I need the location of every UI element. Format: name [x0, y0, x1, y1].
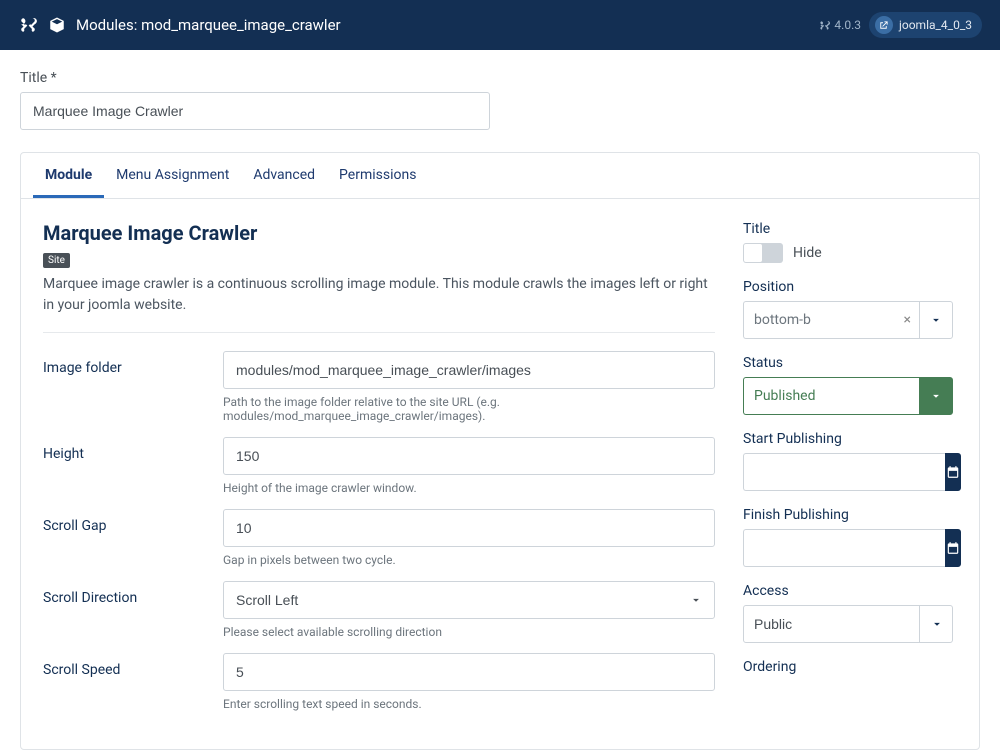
input-image-folder[interactable] [223, 351, 715, 389]
title-toggle[interactable] [743, 243, 783, 263]
calendar-icon [946, 541, 960, 555]
main-column: Marquee Image Crawler Site Marquee image… [43, 221, 715, 725]
module-box-icon [48, 16, 66, 34]
help-image-folder: Path to the image folder relative to the… [223, 395, 715, 423]
external-link-icon [875, 16, 893, 34]
title-toggle-text: Hide [793, 245, 822, 261]
site-link-badge[interactable]: joomla_4_0_3 [869, 12, 982, 38]
position-input[interactable]: bottom-b × [743, 301, 919, 339]
tabs-container: Module Menu Assignment Advanced Permissi… [20, 152, 980, 750]
title-label: Title * [20, 70, 980, 86]
access-select[interactable] [743, 605, 953, 643]
help-scroll-gap: Gap in pixels between two cycle. [223, 553, 715, 567]
input-height[interactable] [223, 437, 715, 475]
tab-menu-assignment[interactable]: Menu Assignment [104, 153, 241, 198]
top-bar: Modules: mod_marquee_image_crawler 4.0.3… [0, 0, 1000, 50]
joomla-logo-icon [18, 15, 38, 35]
side-label-finish-publishing: Finish Publishing [743, 507, 953, 523]
topbar-left: Modules: mod_marquee_image_crawler [18, 15, 341, 35]
select-scroll-direction[interactable] [223, 581, 715, 619]
side-label-position: Position [743, 279, 953, 295]
topbar-right: 4.0.3 joomla_4_0_3 [819, 12, 982, 38]
clear-icon[interactable]: × [904, 312, 911, 328]
field-image-folder: Image folder Path to the image folder re… [43, 351, 715, 423]
input-scroll-speed[interactable] [223, 653, 715, 691]
side-label-access: Access [743, 583, 953, 599]
finish-publishing-calendar-button[interactable] [945, 529, 961, 567]
side-title-group: Title Hide [743, 221, 953, 263]
title-input[interactable] [20, 92, 490, 130]
calendar-icon [946, 465, 960, 479]
side-access-group: Access [743, 583, 953, 643]
version-badge: 4.0.3 [819, 18, 861, 32]
version-text: 4.0.3 [834, 18, 861, 32]
tab-permissions[interactable]: Permissions [327, 153, 428, 198]
side-status-group: Status Published [743, 355, 953, 415]
label-image-folder: Image folder [43, 351, 223, 423]
tabs-nav: Module Menu Assignment Advanced Permissi… [21, 153, 979, 199]
side-ordering-group: Ordering [743, 659, 953, 675]
side-label-start-publishing: Start Publishing [743, 431, 953, 447]
label-height: Height [43, 437, 223, 495]
finish-publishing-input[interactable] [743, 529, 945, 567]
divider [43, 332, 715, 333]
status-dropdown-button[interactable] [919, 377, 953, 415]
start-publishing-calendar-button[interactable] [945, 453, 961, 491]
start-publishing-input[interactable] [743, 453, 945, 491]
label-scroll-gap: Scroll Gap [43, 509, 223, 567]
help-height: Height of the image crawler window. [223, 481, 715, 495]
page-title: Modules: mod_marquee_image_crawler [76, 16, 341, 34]
position-dropdown-button[interactable] [919, 301, 953, 339]
label-scroll-speed: Scroll Speed [43, 653, 223, 711]
tab-body: Marquee Image Crawler Site Marquee image… [21, 199, 979, 749]
site-chip: Site [43, 253, 70, 268]
status-input[interactable]: Published [743, 377, 919, 415]
tab-module[interactable]: Module [33, 153, 104, 198]
field-height: Height Height of the image crawler windo… [43, 437, 715, 495]
side-start-publishing-group: Start Publishing [743, 431, 953, 491]
side-position-group: Position bottom-b × [743, 279, 953, 339]
side-label-title: Title [743, 221, 953, 237]
tab-advanced[interactable]: Advanced [241, 153, 327, 198]
field-scroll-direction: Scroll Direction Please select available… [43, 581, 715, 639]
side-label-ordering: Ordering [743, 659, 953, 675]
help-scroll-direction: Please select available scrolling direct… [223, 625, 715, 639]
help-scroll-speed: Enter scrolling text speed in seconds. [223, 697, 715, 711]
side-column: Title Hide Position bottom-b × [743, 221, 953, 725]
site-name: joomla_4_0_3 [899, 18, 972, 32]
module-description: Marquee image crawler is a continuous sc… [43, 274, 715, 316]
input-scroll-gap[interactable] [223, 509, 715, 547]
side-label-status: Status [743, 355, 953, 371]
field-scroll-speed: Scroll Speed Enter scrolling text speed … [43, 653, 715, 711]
field-scroll-gap: Scroll Gap Gap in pixels between two cyc… [43, 509, 715, 567]
label-scroll-direction: Scroll Direction [43, 581, 223, 639]
side-finish-publishing-group: Finish Publishing [743, 507, 953, 567]
content-area: Title * Module Menu Assignment Advanced … [0, 50, 1000, 750]
module-heading: Marquee Image Crawler [43, 221, 715, 245]
